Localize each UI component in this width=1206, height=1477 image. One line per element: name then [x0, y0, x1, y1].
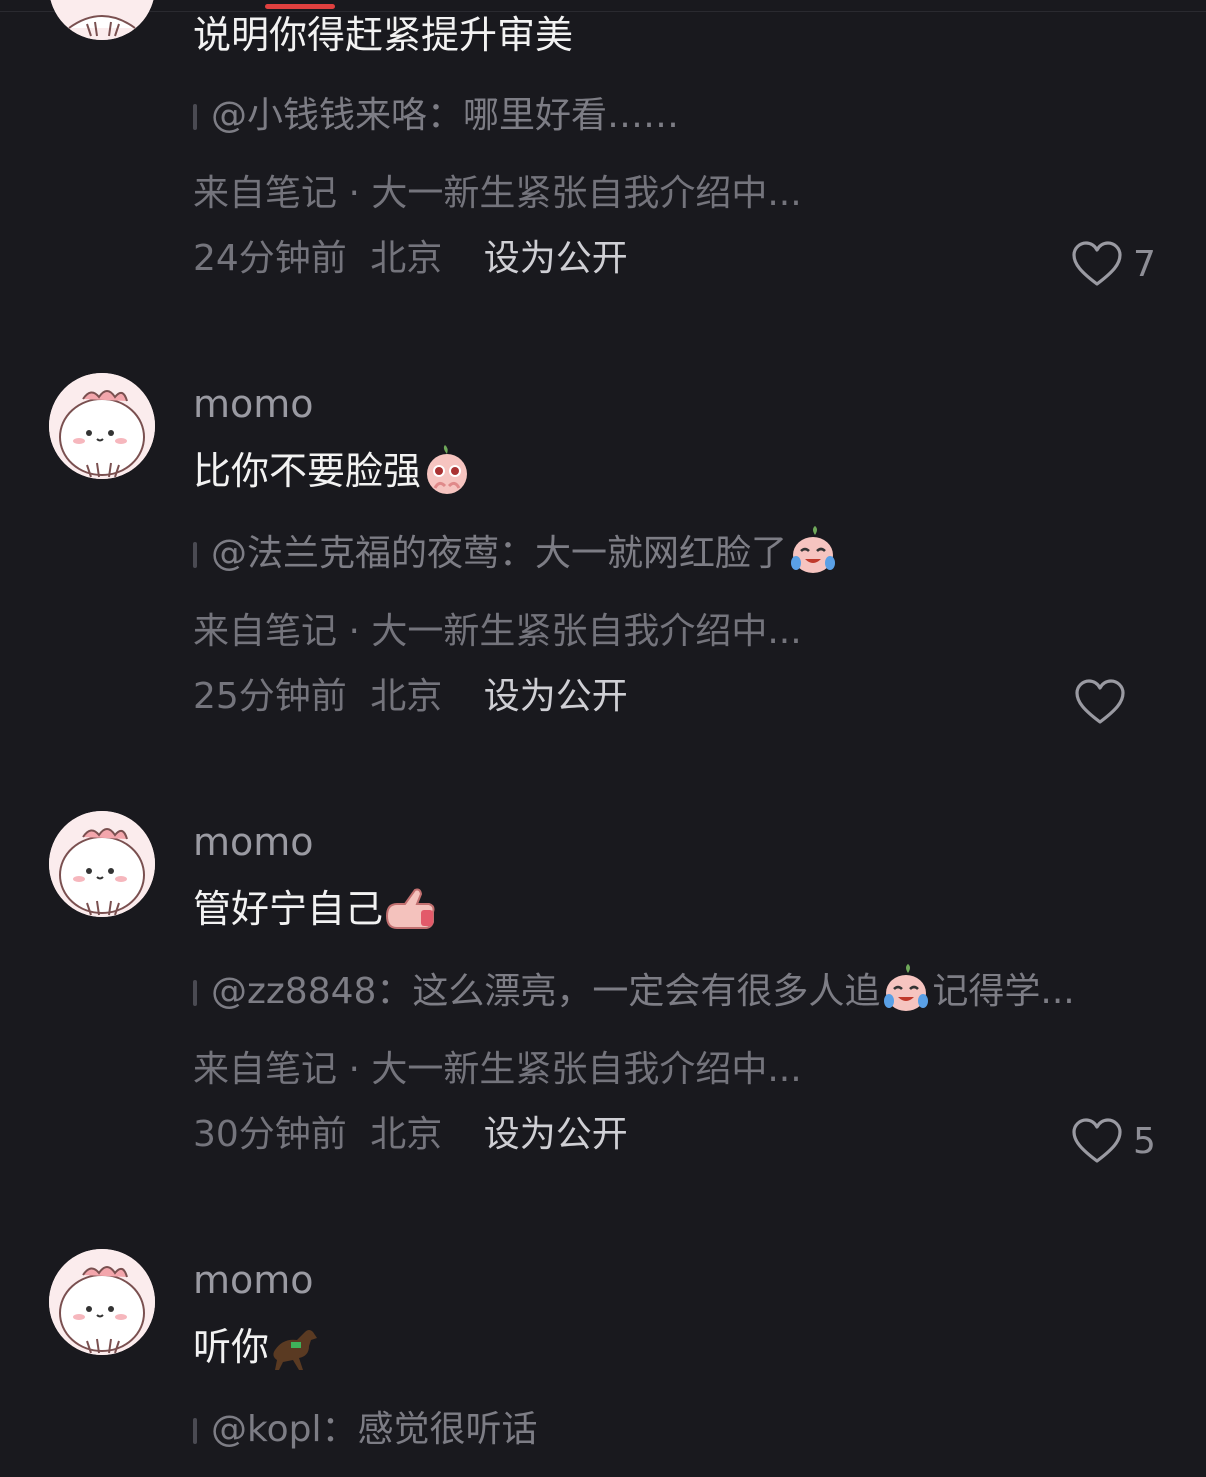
pointing-hand-icon [383, 882, 435, 934]
note-source[interactable]: 来自笔记 · 大一新生紧张自我介绍中... [193, 610, 802, 654]
avatar-cartoon-icon [49, 811, 155, 917]
location: 北京 [370, 1114, 443, 1155]
like-count: 7 [1133, 243, 1156, 285]
timestamp: 25分钟前 [193, 676, 347, 717]
tab-indicator [265, 4, 335, 9]
like-button[interactable]: 7 [1071, 238, 1156, 290]
horse-icon [269, 1320, 321, 1372]
comment-text: 管好宁自己 [193, 886, 435, 934]
avatar[interactable] [49, 811, 155, 917]
like-button[interactable]: 5 [1071, 1115, 1156, 1167]
pleading-face-icon [421, 444, 473, 496]
set-public-button[interactable]: 设为公开 [484, 676, 628, 717]
set-public-button[interactable]: 设为公开 [484, 238, 628, 279]
like-count: 5 [1133, 1120, 1156, 1162]
note-source[interactable]: 来自笔记 · 大一新生紧张自我介绍中... [193, 1048, 802, 1092]
comment-meta: 25分钟前 北京 设为公开 [193, 675, 628, 719]
avatar[interactable] [49, 1249, 155, 1355]
quoted-reply[interactable]: @zz8848：这么漂亮，一定会有很多人追 记得学... [193, 964, 1075, 1014]
avatar[interactable] [49, 0, 155, 40]
avatar-cartoon-icon [49, 1249, 155, 1355]
heart-icon [1072, 1118, 1122, 1163]
avatar-cartoon-icon [49, 0, 155, 40]
comment-text: 比你不要脸强 [193, 444, 473, 496]
username[interactable]: momo [193, 382, 314, 426]
timestamp: 30分钟前 [193, 1114, 347, 1155]
top-divider [0, 11, 1206, 12]
comment-text: 说明你得赶紧提升审美 [193, 13, 574, 57]
quoted-reply[interactable]: @kopl：感觉很听话 [193, 1408, 537, 1452]
timestamp: 24分钟前 [193, 238, 347, 279]
comment-text: 听你 [193, 1324, 321, 1372]
like-button[interactable] [1074, 676, 1136, 728]
note-source[interactable]: 来自笔记 · 大一新生紧张自我介绍中... [193, 172, 802, 216]
avatar-cartoon-icon [49, 373, 155, 479]
quoted-reply[interactable]: @小钱钱来咯：哪里好看…… [193, 94, 679, 138]
crying-laughing-icon [787, 525, 839, 577]
crying-laughing-icon [880, 963, 932, 1015]
heart-icon [1072, 241, 1122, 286]
quoted-reply[interactable]: @法兰克福的夜莺：大一就网红脸了 [193, 526, 839, 576]
comment-meta: 24分钟前 北京 设为公开 [193, 237, 628, 281]
location: 北京 [370, 676, 443, 717]
comment-meta: 30分钟前 北京 设为公开 [193, 1113, 628, 1157]
set-public-button[interactable]: 设为公开 [484, 1114, 628, 1155]
location: 北京 [370, 238, 443, 279]
heart-icon [1075, 679, 1125, 724]
username[interactable]: momo [193, 820, 314, 864]
avatar[interactable] [49, 373, 155, 479]
username[interactable]: momo [193, 1258, 314, 1302]
